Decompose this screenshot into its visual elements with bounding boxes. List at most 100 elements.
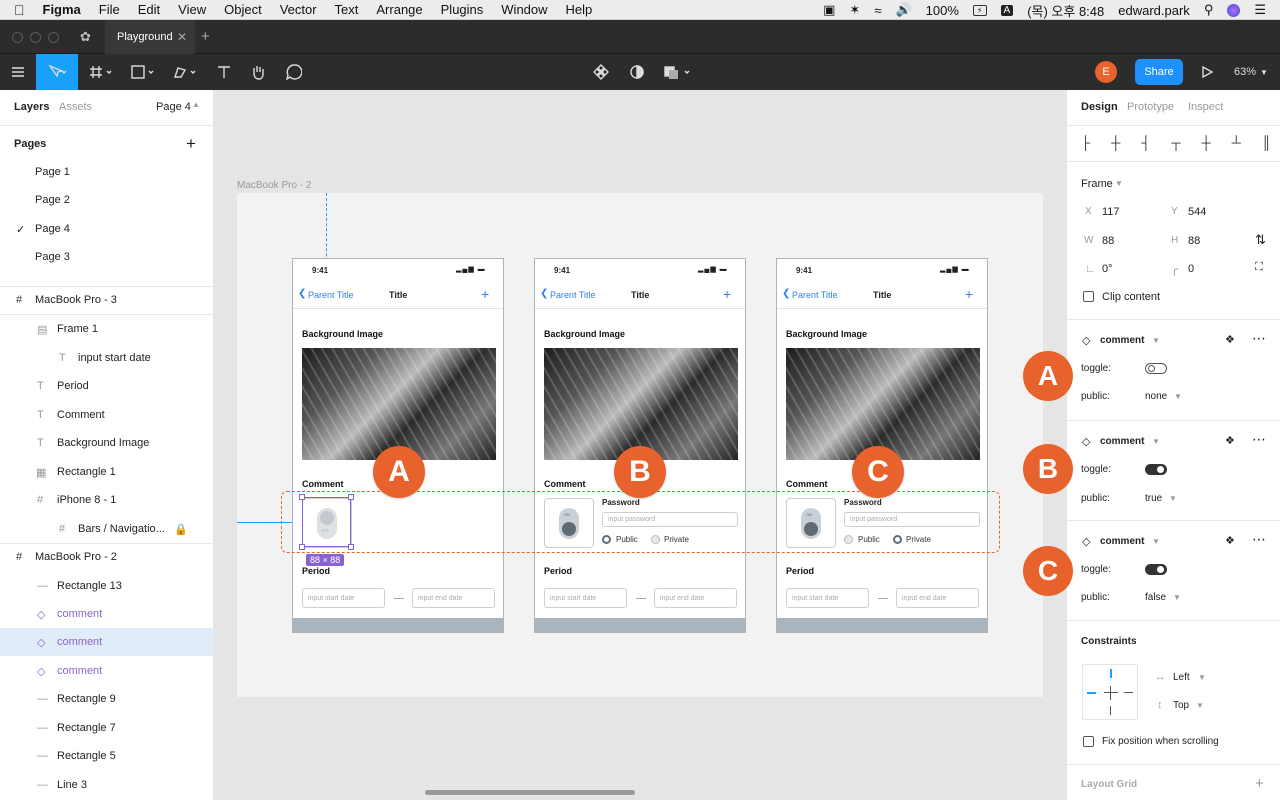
- back-chevron-icon[interactable]: ❮: [298, 288, 306, 299]
- menubar-clock[interactable]: (목) 오후 8:48: [1027, 1, 1104, 20]
- chevron-down-icon[interactable]: ▼: [1152, 537, 1160, 546]
- go-to-main-component-icon[interactable]: ❖: [1225, 333, 1235, 346]
- page-item[interactable]: Page 2: [0, 186, 214, 214]
- independent-corners-icon[interactable]: ⛶: [1255, 261, 1263, 274]
- hand-tool-button[interactable]: [244, 54, 272, 90]
- wifi-icon[interactable]: ≈: [874, 3, 881, 18]
- layer-frame[interactable]: # MacBook Pro - 3: [0, 286, 214, 314]
- toggle-switch-on[interactable]: [1145, 564, 1167, 575]
- chevron-down-icon[interactable]: ▼: [1174, 392, 1182, 401]
- constraint-bottom-bar[interactable]: [1110, 706, 1111, 715]
- constraint-right-bar[interactable]: [1124, 692, 1133, 693]
- layer-item[interactable]: — Rectangle 13: [0, 572, 214, 600]
- mask-button[interactable]: [624, 54, 650, 90]
- more-options-icon[interactable]: ⋯: [1252, 330, 1266, 347]
- y-input[interactable]: 544: [1188, 206, 1206, 218]
- align-right-icon[interactable]: ┤: [1141, 135, 1150, 150]
- x-input[interactable]: 117: [1102, 206, 1120, 218]
- layer-item[interactable]: — Rectangle 5: [0, 742, 214, 770]
- height-input[interactable]: 88: [1188, 235, 1200, 247]
- figma-logo-icon[interactable]: ✿: [80, 29, 91, 45]
- shape-tool-button[interactable]: [126, 54, 162, 90]
- start-date-input[interactable]: input start date: [302, 588, 385, 608]
- menu-object[interactable]: Object: [224, 2, 262, 17]
- toggle-switch-on[interactable]: [1145, 464, 1167, 475]
- tab-playground[interactable]: Playground ✕: [105, 20, 195, 54]
- align-bottom-icon[interactable]: ┴: [1232, 135, 1241, 150]
- constraint-left-bar[interactable]: [1087, 692, 1096, 694]
- layer-item[interactable]: — Rectangle 7: [0, 714, 214, 742]
- battery-icon[interactable]: ⚡: [972, 4, 987, 16]
- canvas-scrollbar[interactable]: [425, 790, 635, 795]
- share-button[interactable]: Share: [1135, 59, 1183, 85]
- page-selector[interactable]: Page 4: [156, 101, 191, 113]
- go-to-main-component-icon[interactable]: ❖: [1225, 434, 1235, 447]
- menu-text[interactable]: Text: [335, 2, 359, 17]
- menu-plugins[interactable]: Plugins: [441, 2, 484, 17]
- chevron-down-icon[interactable]: ▼: [1169, 494, 1177, 503]
- layer-item[interactable]: # Bars / Navigatio... 🔒: [0, 515, 214, 543]
- comment-tool-button[interactable]: [280, 54, 308, 90]
- chevron-down-icon[interactable]: ▼: [1173, 593, 1181, 602]
- layer-instance[interactable]: ◇ comment: [0, 657, 214, 685]
- input-source-icon[interactable]: A: [1000, 4, 1014, 16]
- layer-instance-selected[interactable]: ◇ comment: [0, 628, 214, 656]
- add-page-icon[interactable]: +: [186, 134, 196, 154]
- align-middle-v-icon[interactable]: ┼: [1202, 135, 1211, 150]
- battery-percent[interactable]: 100%: [926, 3, 959, 18]
- toggle-switch-off[interactable]: [1145, 363, 1167, 374]
- clip-content-checkbox[interactable]: [1083, 291, 1094, 302]
- menu-view[interactable]: View: [178, 2, 206, 17]
- resize-handle[interactable]: [348, 544, 354, 550]
- end-date-input[interactable]: input end date: [412, 588, 495, 608]
- pen-tool-button[interactable]: [168, 54, 204, 90]
- back-chevron-icon[interactable]: ❮: [540, 288, 548, 299]
- menu-arrange[interactable]: Arrange: [376, 2, 422, 17]
- frame-tool-button[interactable]: [84, 54, 120, 90]
- design-tab[interactable]: Design: [1081, 101, 1118, 113]
- layer-item[interactable]: # iPhone 8 - 1: [0, 486, 214, 514]
- menu-app-name[interactable]: Figma: [43, 2, 81, 17]
- close-tab-icon[interactable]: ✕: [177, 30, 187, 44]
- resize-handle[interactable]: [348, 494, 354, 500]
- end-date-input[interactable]: input end date: [654, 588, 737, 608]
- zoom-dropdown[interactable]: 63% ▼: [1228, 54, 1274, 90]
- start-date-input[interactable]: input start date: [786, 588, 869, 608]
- back-link[interactable]: Parent Title: [550, 290, 596, 300]
- assets-tab[interactable]: Assets: [59, 101, 92, 113]
- minimize-window-button[interactable]: [30, 32, 41, 43]
- layer-frame[interactable]: # MacBook Pro - 2: [0, 543, 214, 571]
- back-chevron-icon[interactable]: ❮: [782, 288, 790, 299]
- menu-edit[interactable]: Edit: [138, 2, 160, 17]
- add-icon[interactable]: +: [723, 286, 731, 302]
- add-icon[interactable]: +: [481, 286, 489, 302]
- user-avatar[interactable]: E: [1095, 61, 1117, 83]
- more-options-icon[interactable]: ⋯: [1252, 531, 1266, 548]
- prototype-tab[interactable]: Prototype: [1127, 101, 1174, 113]
- more-options-icon[interactable]: ⋯: [1252, 431, 1266, 448]
- back-link[interactable]: Parent Title: [792, 290, 838, 300]
- go-to-main-component-icon[interactable]: ❖: [1225, 534, 1235, 547]
- siri-icon[interactable]: [1227, 3, 1241, 17]
- align-top-icon[interactable]: ┬: [1171, 135, 1180, 150]
- layer-item[interactable]: T input start date: [0, 344, 214, 372]
- boolean-button[interactable]: [660, 54, 696, 90]
- public-dropdown[interactable]: none: [1145, 391, 1167, 402]
- move-tool-button[interactable]: [36, 54, 78, 90]
- layer-item[interactable]: — Line 3: [0, 771, 214, 799]
- corner-radius-input[interactable]: 0: [1188, 263, 1194, 275]
- bluetooth-icon[interactable]: ✶: [849, 2, 860, 18]
- page-item[interactable]: Page 1: [0, 158, 214, 186]
- apple-icon[interactable]: : [14, 2, 25, 18]
- layer-instance[interactable]: ◇ comment: [0, 600, 214, 628]
- new-tab-icon[interactable]: +: [201, 28, 210, 45]
- resize-handle[interactable]: [299, 544, 305, 550]
- close-window-button[interactable]: [12, 32, 23, 43]
- constraint-center[interactable]: [1104, 686, 1118, 700]
- public-dropdown[interactable]: false: [1145, 592, 1166, 603]
- menu-vector[interactable]: Vector: [280, 2, 317, 17]
- split-view-icon[interactable]: ▣: [823, 2, 835, 18]
- layer-item[interactable]: ▤ Frame 1: [0, 315, 214, 343]
- end-date-input[interactable]: input end date: [896, 588, 979, 608]
- layer-item[interactable]: T Background Image: [0, 429, 214, 457]
